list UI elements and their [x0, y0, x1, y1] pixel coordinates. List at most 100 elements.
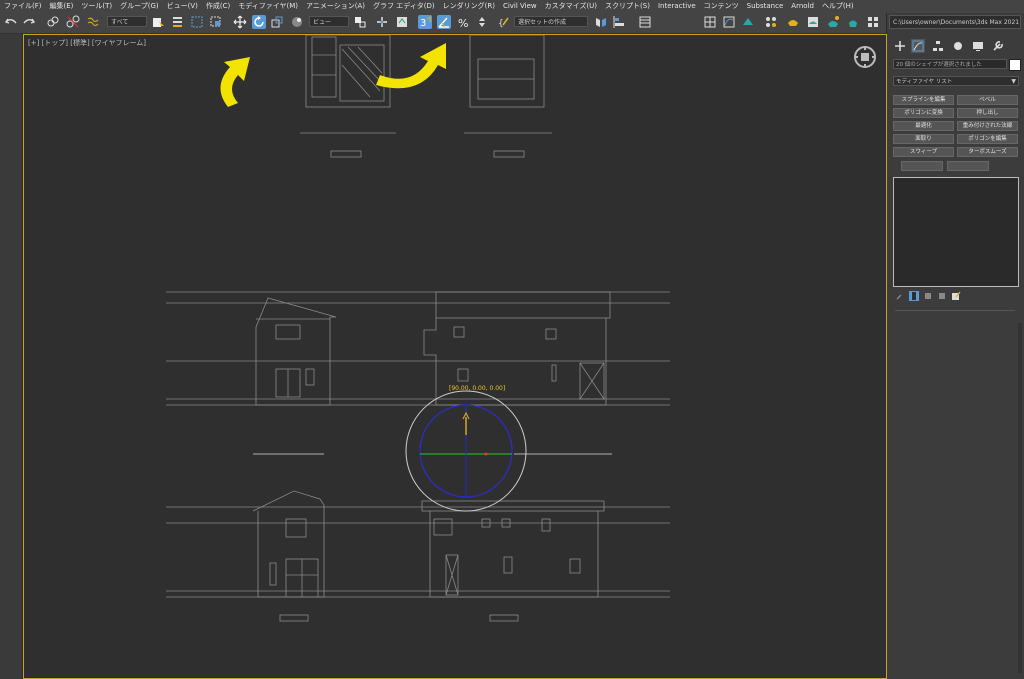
spinner-snap-icon[interactable] — [475, 15, 489, 29]
modifier-button-weighted-normals[interactable]: 重み付けされた法線 — [957, 121, 1018, 131]
undo-icon[interactable] — [4, 15, 18, 29]
configure-modifier-sets-icon[interactable] — [951, 291, 961, 301]
main-toolbar: すべて ビュー 3 % { 選択セットの作成 — [0, 13, 886, 34]
move-icon[interactable] — [233, 15, 247, 29]
rotate-readout: [90.00, 0.00, 0.00] — [449, 385, 506, 392]
menu-graph-editors[interactable]: グラフ エディタ(D) — [369, 0, 439, 13]
menu-rendering[interactable]: レンダリング(R) — [439, 0, 499, 13]
modifier-button-sweep[interactable]: スウィープ — [893, 147, 954, 157]
command-panel-tabs — [891, 39, 1021, 53]
redo-icon[interactable] — [22, 15, 36, 29]
menu-scripting[interactable]: スクリプト(S) — [601, 0, 654, 13]
mirror-icon[interactable] — [594, 15, 608, 29]
modifier-button-empty-2[interactable] — [947, 161, 989, 171]
render-frame-icon[interactable] — [806, 15, 820, 29]
modifier-button-empty-1[interactable] — [901, 161, 943, 171]
selection-filter-dropdown[interactable]: すべて — [107, 16, 147, 27]
align-icon[interactable] — [613, 15, 627, 29]
menu-modifiers[interactable]: モディファイヤ(M) — [234, 0, 302, 13]
percent-snap-icon[interactable]: % — [457, 15, 471, 29]
modifier-stack[interactable] — [893, 177, 1019, 287]
remove-modifier-icon[interactable] — [937, 291, 947, 301]
top-viewport[interactable]: [+] [トップ] [標準] [ワイヤフレーム] [90.00, 0.00, 0… — [23, 34, 887, 679]
menu-civil-view[interactable]: Civil View — [499, 0, 541, 13]
modifier-button-convert-to-poly[interactable]: ポリゴンに変換 — [893, 108, 954, 118]
menu-substance[interactable]: Substance — [743, 0, 788, 13]
pin-stack-icon[interactable] — [895, 291, 905, 301]
menu-tools[interactable]: ツール(T) — [77, 0, 116, 13]
menu-create[interactable]: 作成(C) — [202, 0, 234, 13]
rotate-gizmo — [405, 390, 527, 512]
angle-snap-icon[interactable] — [437, 15, 451, 29]
modifier-button-bevel[interactable]: ベベル — [957, 95, 1018, 105]
window-crossing-icon[interactable] — [209, 15, 223, 29]
menu-animation[interactable]: アニメーション(A) — [302, 0, 369, 13]
modifier-button-edit-spline[interactable]: スプラインを編集 — [893, 95, 954, 105]
svg-text:%: % — [458, 17, 468, 29]
bind-spacewarp-icon[interactable] — [86, 15, 100, 29]
floorplan-left — [305, 35, 391, 108]
display-tab-icon[interactable] — [971, 39, 985, 53]
snap-3d-icon[interactable]: 3 — [418, 15, 432, 29]
menu-arnold[interactable]: Arnold — [787, 0, 818, 13]
left-toolbar-strip — [0, 34, 22, 679]
render-setup-icon[interactable] — [786, 15, 800, 29]
viewport-label[interactable]: [+] [トップ] [標準] [ワイヤフレーム] — [28, 38, 146, 48]
scale-icon[interactable] — [270, 15, 284, 29]
modifier-button-extrude[interactable]: 押し出し — [957, 108, 1018, 118]
annotation-arrow-angle-snap — [376, 43, 446, 89]
modifier-button-chamfer[interactable]: 面取り — [893, 134, 954, 144]
material-editor-icon[interactable] — [764, 15, 778, 29]
layer-icon[interactable] — [638, 15, 652, 29]
menu-group[interactable]: グループ(G) — [116, 0, 162, 13]
object-name-field[interactable]: 20 個のシェイプが選択されました — [893, 59, 1007, 69]
select-icon[interactable] — [151, 15, 165, 29]
command-panel-scrollbar[interactable] — [1018, 323, 1022, 673]
menu-view[interactable]: ビュー(V) — [163, 0, 202, 13]
viewport-layout-icon[interactable] — [866, 15, 880, 29]
rotate-icon[interactable] — [252, 15, 266, 29]
menu-file[interactable]: ファイル(F) — [0, 0, 46, 13]
modifier-button-turbosmooth[interactable]: ターボスムーズ — [957, 147, 1018, 157]
modifier-list-dropdown[interactable]: モディファイヤ リスト ▼ — [893, 76, 1019, 86]
curve-editor-icon[interactable] — [722, 15, 736, 29]
select-by-name-icon[interactable] — [171, 15, 185, 29]
rect-region-icon[interactable] — [190, 15, 204, 29]
modifier-button-edit-poly[interactable]: ポリゴンを編集 — [957, 134, 1018, 144]
manipulate-icon[interactable] — [375, 15, 389, 29]
viewcube-icon[interactable] — [853, 45, 877, 69]
object-color-swatch[interactable] — [1009, 59, 1021, 71]
reference-coordinate-dropdown[interactable]: ビュー — [309, 16, 349, 27]
utilities-tab-icon[interactable] — [991, 39, 1005, 53]
link-icon[interactable] — [46, 15, 60, 29]
elevation-left-house — [255, 297, 337, 406]
floorplan-right — [469, 35, 545, 108]
hierarchy-tab-icon[interactable] — [931, 39, 945, 53]
stack-tools — [893, 291, 1019, 303]
modify-tab-icon[interactable] — [911, 39, 925, 53]
make-unique-icon[interactable] — [923, 291, 933, 301]
keyboard-shortcut-icon[interactable] — [395, 15, 409, 29]
edit-named-selection-icon[interactable]: { — [497, 15, 511, 29]
named-selection-dropdown[interactable]: 選択セットの作成 — [514, 16, 588, 27]
panel-divider — [895, 310, 1015, 311]
scene-explorer-icon[interactable] — [703, 15, 717, 29]
pivot-icon[interactable] — [353, 15, 367, 29]
render-icon[interactable] — [826, 15, 840, 29]
show-end-result-icon[interactable] — [909, 291, 919, 301]
motion-tab-icon[interactable] — [951, 39, 965, 53]
menu-interactive[interactable]: Interactive — [654, 0, 700, 13]
menu-customize[interactable]: カスタマイズ(U) — [541, 0, 601, 13]
modifier-button-optimize[interactable]: 最適化 — [893, 121, 954, 131]
schematic-icon[interactable] — [741, 15, 755, 29]
create-tab-icon[interactable] — [893, 39, 907, 53]
elevation-right-house-lower — [421, 500, 605, 512]
teapot-icon[interactable] — [846, 15, 860, 29]
menu-content[interactable]: コンテンツ — [700, 0, 743, 13]
unlink-icon[interactable] — [66, 15, 80, 29]
menu-help[interactable]: ヘルプ(H) — [818, 0, 858, 13]
menu-edit[interactable]: 編集(E) — [46, 0, 78, 13]
project-path[interactable]: C:\Users\owner\Documents\3ds Max 2021 — [889, 15, 1021, 29]
chevron-down-icon: ▼ — [1011, 78, 1016, 85]
place-icon[interactable] — [290, 15, 304, 29]
